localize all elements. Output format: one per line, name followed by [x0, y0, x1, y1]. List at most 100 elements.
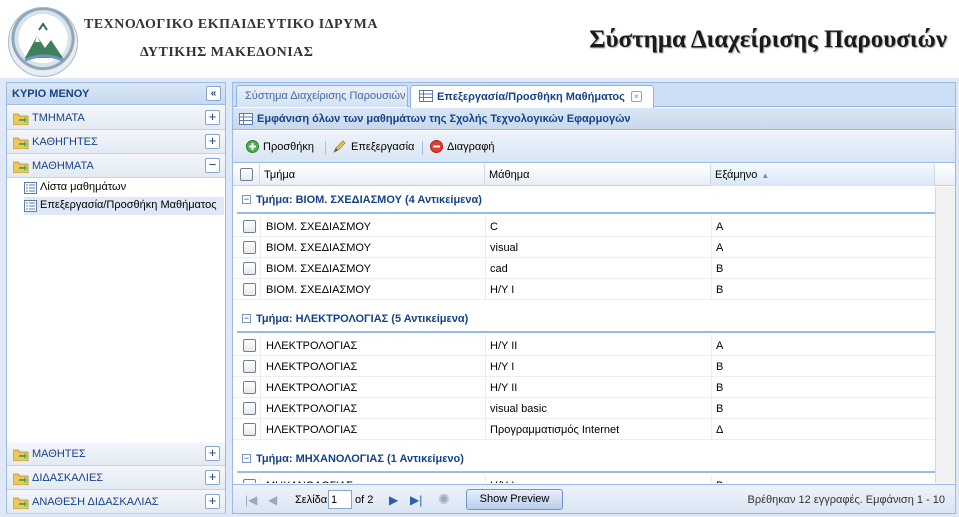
collapse-group-icon[interactable]: −: [242, 195, 251, 204]
cell-course: Η/Υ Ι: [490, 480, 514, 483]
table-row[interactable]: ΜΗΧΑΝΟΛΟΓΙΑΣ Η/Υ Ι Β: [233, 475, 935, 483]
table-row[interactable]: ΗΛΕΚΤΡΟΛΟΓΙΑΣ Η/Υ ΙΙ Β: [233, 377, 935, 398]
page-label: Σελίδα: [295, 494, 328, 506]
tab-edit-course[interactable]: Επεξεργασία/Προσθήκη Μαθήματος ×: [410, 85, 654, 108]
cell-divider: [260, 475, 261, 483]
column-header-label: Τμήμα: [264, 169, 296, 181]
row-checkbox[interactable]: [243, 479, 256, 483]
menu-section-teaching-assignment[interactable]: ΑΝΑΘΕΣΗ ΔΙΔΑΣΚΑΛΙΑΣ +: [7, 490, 225, 514]
cell-course: C: [490, 221, 498, 233]
menu-section-departments[interactable]: ΤΜΗΜΑΤΑ +: [7, 106, 225, 130]
tab-label: Σύστημα Διαχείρισης Παρουσιών: [245, 90, 406, 102]
grid-toolbar: Προσθήκη Επεξεργασία Διαγραφή: [233, 131, 955, 163]
main-content-panel: Σύστημα Διαχείρισης Παρουσιών Επεξεργασί…: [232, 82, 956, 514]
edit-button[interactable]: Επεξεργασία: [333, 140, 414, 156]
column-header-course[interactable]: Μάθημα: [485, 164, 711, 186]
cell-department: ΗΛΕΚΤΡΟΛΟΓΙΑΣ: [266, 361, 358, 373]
grid-icon: [419, 90, 433, 102]
cell-course: visual basic: [490, 403, 547, 415]
table-row[interactable]: ΒΙΟΜ. ΣΧΕΔΙΑΣΜΟΥ C Α: [233, 216, 935, 237]
vertical-scrollbar[interactable]: [935, 187, 955, 483]
menu-section-courses[interactable]: ΜΑΘΗΜΑΤΑ −: [7, 154, 225, 178]
add-button-label: Προσθήκη: [263, 141, 314, 153]
collapse-group-icon[interactable]: −: [242, 454, 251, 463]
next-page-icon[interactable]: ▶: [389, 493, 398, 507]
header-banner: ΤΕΧΝΟΛΟΓΙΚΟ ΕΚΠΑΙΔΕΥΤΙΚΟ ΙΔΡΥΜΑ ΔΥΤΙΚΗΣ …: [0, 0, 959, 78]
menu-section-professors[interactable]: ΚΑΘΗΓΗΤΕΣ +: [7, 130, 225, 154]
select-all-checkbox[interactable]: [240, 168, 253, 181]
delete-button[interactable]: Διαγραφή: [430, 140, 495, 156]
expand-icon[interactable]: +: [205, 446, 220, 461]
cell-divider: [260, 377, 261, 398]
row-checkbox[interactable]: [243, 381, 256, 394]
sort-ascending-icon: ▲: [761, 171, 770, 180]
group-divider: [237, 212, 935, 214]
menu-section-label: ΔΙΔΑΣΚΑΛΙΕΣ: [32, 472, 104, 484]
table-row[interactable]: ΒΙΟΜ. ΣΧΕΔΙΑΣΜΟΥ Η/Υ Ι Β: [233, 279, 935, 300]
folder-arrow-icon: [13, 161, 29, 173]
cell-semester: Β: [716, 403, 724, 415]
group-header[interactable]: − Τμήμα: ΜΗΧΑΝΟΛΟΓΙΑΣ (1 Αντικείμενο): [233, 446, 935, 474]
row-checkbox[interactable]: [243, 402, 256, 415]
table-row[interactable]: ΗΛΕΚΤΡΟΛΟΓΙΑΣ Η/Υ ΙΙ Α: [233, 335, 935, 356]
collapse-menu-icon[interactable]: «: [206, 86, 221, 101]
row-checkbox[interactable]: [243, 220, 256, 233]
cell-divider: [711, 398, 712, 419]
select-all-column[interactable]: [233, 164, 260, 186]
grid-column-header: Τμήμα Μάθημα Εξάμηνο ▲: [233, 164, 955, 186]
cell-divider: [260, 258, 261, 279]
cell-course: Η/Υ ΙΙ: [490, 382, 518, 394]
row-checkbox[interactable]: [243, 241, 256, 254]
add-button[interactable]: Προσθήκη: [246, 140, 314, 156]
cell-divider: [485, 335, 486, 356]
column-header-semester[interactable]: Εξάμηνο ▲: [711, 164, 935, 186]
group-header[interactable]: − Τμήμα: ΗΛΕΚΤΡΟΛΟΓΙΑΣ (5 Αντικείμενα): [233, 306, 935, 334]
cell-department: ΗΛΕΚΤΡΟΛΟΓΙΑΣ: [266, 403, 358, 415]
first-page-icon[interactable]: |◀: [245, 493, 257, 507]
menu-item-edit-course[interactable]: Επεξεργασία/Προσθήκη Μαθήματος: [24, 197, 224, 215]
grid-body: − Τμήμα: ΒΙΟΜ. ΣΧΕΔΙΑΣΜΟΥ (4 Αντικείμενα)…: [233, 187, 935, 483]
menu-item-course-list[interactable]: Λίστα μαθημάτων: [24, 179, 224, 197]
cell-divider: [485, 475, 486, 483]
group-header[interactable]: − Τμήμα: ΒΙΟΜ. ΣΧΕΔΙΑΣΜΟΥ (4 Αντικείμενα): [233, 187, 935, 215]
cell-semester: Β: [716, 480, 723, 483]
cell-department: ΗΛΕΚΤΡΟΛΟΓΙΑΣ: [266, 424, 358, 436]
menu-section-teachings[interactable]: ΔΙΔΑΣΚΑΛΙΕΣ +: [7, 466, 225, 490]
table-row[interactable]: ΒΙΟΜ. ΣΧΕΔΙΑΣΜΟΥ cad Β: [233, 258, 935, 279]
expand-icon[interactable]: +: [205, 134, 220, 149]
row-checkbox[interactable]: [243, 423, 256, 436]
show-preview-button[interactable]: Show Preview: [466, 489, 563, 510]
folder-arrow-icon: [13, 449, 29, 461]
refresh-icon[interactable]: ✺: [438, 491, 450, 508]
row-checkbox[interactable]: [243, 283, 256, 296]
expand-icon[interactable]: +: [205, 470, 220, 485]
cell-divider: [485, 419, 486, 440]
expand-icon[interactable]: +: [205, 494, 220, 509]
table-row[interactable]: ΗΛΕΚΤΡΟΛΟΓΙΑΣ Προγραμματισμός Internet Δ: [233, 419, 935, 440]
table-row[interactable]: ΒΙΟΜ. ΣΧΕΔΙΑΣΜΟΥ visual Α: [233, 237, 935, 258]
row-checkbox[interactable]: [243, 339, 256, 352]
table-row[interactable]: ΗΛΕΚΤΡΟΛΟΓΙΑΣ Η/Υ Ι Β: [233, 356, 935, 377]
close-tab-icon[interactable]: ×: [630, 91, 642, 102]
menu-section-students[interactable]: ΜΑΘΗΤΕΣ +: [7, 442, 225, 466]
cell-divider: [260, 335, 261, 356]
collapse-icon[interactable]: −: [205, 158, 220, 173]
row-checkbox[interactable]: [243, 262, 256, 275]
page-number-input[interactable]: [328, 490, 352, 509]
column-header-department[interactable]: Τμήμα: [260, 164, 485, 186]
last-page-icon[interactable]: ▶|: [410, 493, 422, 507]
group-divider: [237, 331, 935, 333]
cell-semester: Β: [716, 263, 724, 275]
tab-attendance-system[interactable]: Σύστημα Διαχείρισης Παρουσιών: [236, 85, 408, 107]
collapse-group-icon[interactable]: −: [242, 314, 251, 323]
cell-divider: [485, 377, 486, 398]
cell-divider: [711, 258, 712, 279]
cell-divider: [711, 419, 712, 440]
cell-course: Η/Υ ΙΙ: [490, 340, 518, 352]
table-row[interactable]: ΗΛΕΚΤΡΟΛΟΓΙΑΣ visual basic Β: [233, 398, 935, 419]
cell-divider: [260, 356, 261, 377]
cell-divider: [485, 279, 486, 300]
row-checkbox[interactable]: [243, 360, 256, 373]
expand-icon[interactable]: +: [205, 110, 220, 125]
previous-page-icon[interactable]: ◀: [268, 493, 277, 507]
